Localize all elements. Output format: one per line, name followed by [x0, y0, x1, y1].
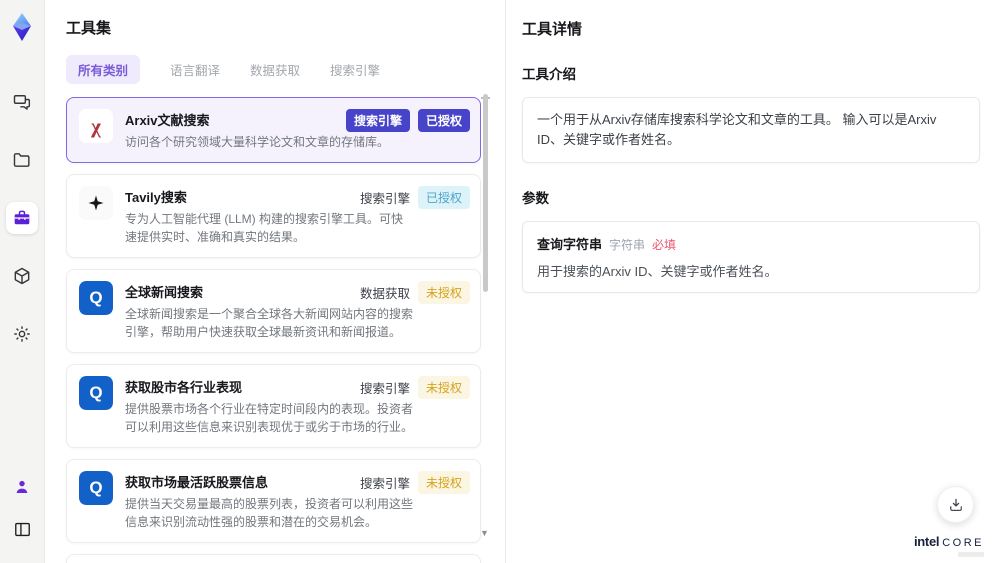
package-icon — [14, 267, 30, 285]
param-name: 查询字符串 — [537, 237, 603, 253]
news-q-logo-icon: Q — [79, 281, 113, 315]
tool-icon: χ Q — [79, 109, 113, 143]
tool-description: 访问各个研究领域大量科学论文和文章的存储库。 — [125, 135, 390, 149]
tab-3[interactable]: 搜索引擎 — [330, 55, 380, 84]
tool-description: 提供股票市场各个行业在特定时间段内的表现。投资者可以利用这些信息来识别表现优于或… — [125, 402, 414, 434]
param-type: 字符串 — [609, 238, 646, 253]
sidebar-item-packages[interactable] — [6, 260, 38, 292]
auth-status-badge: 已授权 — [417, 109, 470, 132]
tool-badges: 搜索引擎 已授权 — [345, 109, 470, 132]
category-tabs: 所有类别 语言翻译 数据获取 搜索引擎 — [66, 55, 505, 84]
tool-card[interactable]: χ Q Arxiv文献搜索 访问各个研究领域大量科学论文和文章的存储库。 — [66, 97, 481, 163]
tab-2[interactable]: 数据获取 — [250, 55, 300, 84]
tool-list: χ Q Arxiv文献搜索 访问各个研究领域大量科学论文和文章的存储库。 — [66, 97, 481, 563]
sidebar-item-tools[interactable] — [6, 202, 38, 234]
intro-text: 一个用于从Arxiv存储库搜索科学论文和文章的工具。 输入可以是Arxiv ID… — [537, 112, 937, 148]
sidebar-item-collapse[interactable] — [6, 513, 38, 545]
tool-icon: χ Q — [79, 471, 113, 505]
auth-status-badge: 已授权 — [417, 186, 470, 209]
tool-description: 全球新闻搜索是一个聚合全球各大新闻网站内容的搜索引擎，帮助用户快速获取全球最新资… — [125, 307, 414, 339]
intel-wordmark: intel — [913, 534, 940, 549]
tool-description: 专为人工智能代理 (LLM) 构建的搜索引擎工具。可快速提供实时、准确和真实的结… — [125, 212, 404, 244]
tool-badges: 搜索引擎 未授权 — [360, 471, 470, 494]
download-button[interactable] — [937, 486, 974, 523]
news-q-logo-icon: Q — [79, 376, 113, 410]
tavily-sparkle-icon — [87, 194, 105, 212]
category-badge: 搜索引擎 — [345, 109, 410, 132]
tool-icon: χ Q — [79, 281, 113, 315]
intel-core-logo: intel CORE — [914, 534, 984, 549]
auth-status-badge: 未授权 — [417, 376, 470, 399]
tool-icon: χ Q — [79, 376, 113, 410]
arxiv-logo-icon: χ — [91, 113, 101, 138]
gear-icon — [14, 326, 30, 342]
toolbox-icon — [14, 210, 30, 225]
tool-card[interactable]: χ Q 万维地区新闻查询 查询具体行政区划内的新闻，快速了解各地新闻动态 — [66, 554, 481, 563]
scrollbar-thumb[interactable] — [483, 94, 488, 292]
tools-panel: 工具集 所有类别语言翻译数据获取搜索引擎 χ Q Arxiv文献搜索 — [45, 0, 505, 563]
folder-icon — [13, 153, 30, 167]
sidebar-item-chat[interactable] — [6, 86, 38, 118]
download-icon — [949, 498, 962, 511]
auth-status-badge: 未授权 — [417, 471, 470, 494]
intro-heading: 工具介绍 — [522, 67, 576, 82]
news-q-logo-icon: Q — [79, 471, 113, 505]
sidebar-item-profile[interactable] — [6, 471, 38, 503]
tool-card[interactable]: χ Q Tavily搜索 专为人工智能代理 (LLM) 构建的搜索引擎工具。可快… — [66, 174, 481, 258]
tool-description: 提供当天交易量最高的股票列表，投资者可以利用这些信息来识别流动性强的股票和潜在的… — [125, 497, 414, 529]
sidebar — [0, 0, 45, 563]
user-icon — [16, 480, 28, 493]
param-required-badge: 必填 — [652, 238, 677, 253]
tool-card[interactable]: χ Q 获取股市各行业表现 提供股票市场各个行业在特定时间段内的表现。投资者可以… — [66, 364, 481, 448]
param-desc: 用于搜索的Arxiv ID、关键字或作者姓名。 — [537, 264, 778, 280]
tool-icon: χ Q — [79, 186, 113, 220]
tab-1[interactable]: 语言翻译 — [170, 55, 220, 84]
app-window: 工具集 所有类别语言翻译数据获取搜索引擎 χ Q Arxiv文献搜索 — [0, 0, 1000, 563]
intro-box: 一个用于从Arxiv存储库搜索科学论文和文章的工具。 输入可以是Arxiv ID… — [522, 97, 980, 164]
tool-badges: 搜索引擎 未授权 — [360, 376, 470, 399]
sidebar-item-files[interactable] — [6, 144, 38, 176]
category-badge: 搜索引擎 — [359, 477, 410, 491]
params-heading: 参数 — [522, 191, 549, 207]
page-title: 工具集 — [66, 20, 112, 37]
tool-card[interactable]: χ Q 全球新闻搜索 全球新闻搜索是一个聚合全球各大新闻网站内容的搜索引擎，帮助… — [66, 269, 481, 353]
scrollbar-down-arrow[interactable]: ▼ — [480, 528, 489, 538]
category-badge: 数据获取 — [359, 287, 410, 301]
param-box: 查询字符串 字符串 必填 用于搜索的Arxiv ID、关键字或作者姓名。 — [522, 221, 980, 294]
category-badge: 搜索引擎 — [359, 382, 410, 396]
detail-title: 工具详情 — [522, 21, 583, 38]
core-wordmark: CORE — [942, 537, 984, 549]
tab-0[interactable]: 所有类别 — [66, 55, 141, 84]
intel-logo-reflection — [958, 552, 984, 557]
panel-toggle-icon — [14, 522, 30, 536]
app-logo-icon[interactable] — [7, 12, 37, 42]
sidebar-item-settings[interactable] — [6, 318, 38, 350]
detail-panel: 工具详情 工具介绍 一个用于从Arxiv存储库搜索科学论文和文章的工具。 输入可… — [505, 0, 1000, 563]
tool-card[interactable]: χ Q 获取市场最活跃股票信息 提供当天交易量最高的股票列表，投资者可以利用这些… — [66, 459, 481, 543]
chat-icon — [13, 95, 31, 110]
category-badge: 搜索引擎 — [359, 192, 410, 206]
auth-status-badge: 未授权 — [417, 281, 470, 304]
tool-badges: 数据获取 未授权 — [360, 281, 470, 304]
tool-badges: 搜索引擎 已授权 — [360, 186, 470, 209]
